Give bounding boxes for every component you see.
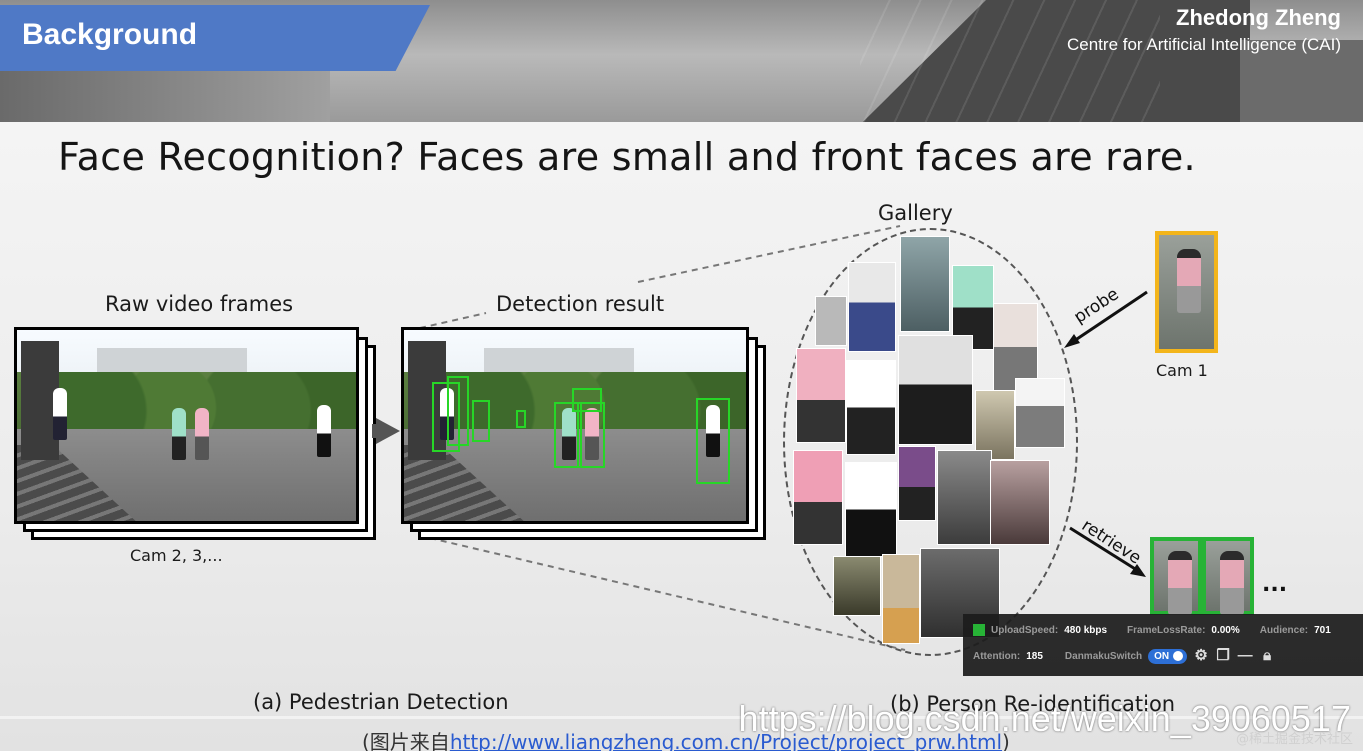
cams-label: Cam 2, 3,... — [130, 546, 223, 565]
gallery-thumbnail — [900, 236, 950, 332]
gallery-thumbnail — [1015, 378, 1065, 448]
detection-box — [447, 376, 469, 446]
gallery-thumbnail — [833, 556, 881, 616]
probe-image — [1155, 231, 1218, 353]
stats-row-top: UploadSpeed: 480 kbps FrameLossRate: 0.0… — [973, 624, 1331, 636]
gallery-thumbnail — [848, 262, 896, 352]
detection-box — [572, 388, 602, 412]
raw-video-frame — [14, 327, 359, 524]
settings-icon[interactable]: ⚙ — [1193, 648, 1209, 664]
detection-box — [472, 400, 490, 442]
upload-speed-value: 480 kbps — [1064, 624, 1108, 636]
pedestrian — [53, 388, 67, 440]
gallery-thumbnail — [937, 450, 992, 545]
source-prefix: (图片来自 — [362, 730, 450, 751]
gallery-thumbnail — [882, 554, 920, 644]
detection-result-label: Detection result — [496, 292, 665, 316]
attention-label: Attention: — [973, 650, 1021, 662]
pedestrian — [317, 405, 331, 457]
pedestrian — [172, 408, 186, 460]
upload-speed-label: UploadSpeed: — [991, 624, 1059, 636]
audience-label: Audience: — [1259, 624, 1309, 636]
detection-frame — [401, 327, 749, 524]
danmaku-label: DanmakuSwitch — [1064, 650, 1143, 662]
header-building-texture — [860, 0, 1160, 122]
gallery-thumbnail — [845, 462, 897, 557]
chat-icon[interactable]: ❐ — [1215, 648, 1231, 664]
more-results-ellipsis: ... — [1262, 572, 1288, 597]
retrieved-match — [1202, 537, 1254, 615]
pedestrian — [195, 408, 209, 460]
toggle-knob — [1173, 651, 1184, 661]
stats-row-bottom: Attention: 185 DanmakuSwitch ON ⚙ ❐ — 🔒︎ — [973, 648, 1275, 664]
gallery-thumbnail — [846, 360, 896, 455]
gallery-thumbnail — [898, 335, 973, 445]
gallery-thumbnail — [793, 450, 843, 545]
gallery-thumbnail — [990, 460, 1050, 545]
frame-loss-value: 0.00% — [1211, 624, 1240, 636]
right-arrow-icon — [376, 418, 400, 444]
retrieved-match — [1150, 537, 1202, 615]
frame-loss-label: FrameLossRate: — [1127, 624, 1206, 636]
author-name: Zhedong Zheng — [1176, 5, 1341, 30]
section-title: Background — [22, 18, 198, 51]
caption-pedestrian-detection: (a) Pedestrian Detection — [253, 690, 509, 714]
minimize-icon[interactable]: — — [1237, 648, 1253, 664]
attention-value: 185 — [1026, 650, 1043, 662]
gallery-thumbnail — [815, 296, 847, 346]
audience-value: 701 — [1314, 624, 1331, 636]
gallery-thumbnail — [898, 446, 936, 521]
slide-headline: Face Recognition? Faces are small and fr… — [58, 135, 1196, 179]
watermark-sub: @稀土掘金技术社区 — [1235, 732, 1353, 747]
slide-header: Background Zhedong Zheng Centre for Arti… — [0, 0, 1363, 122]
detection-box — [696, 398, 730, 484]
author-affiliation: Centre for Artificial Intelligence (CAI) — [1067, 35, 1341, 54]
gallery-label: Gallery — [878, 201, 953, 225]
lock-icon[interactable]: 🔒︎ — [1259, 648, 1275, 664]
danmaku-toggle[interactable]: ON — [1148, 648, 1188, 664]
status-square-icon — [973, 624, 985, 636]
raw-frames-label: Raw video frames — [105, 292, 294, 316]
detection-box — [516, 410, 526, 428]
stream-stats-panel: UploadSpeed: 480 kbps FrameLossRate: 0.0… — [963, 614, 1363, 676]
gallery-thumbnail — [796, 348, 846, 443]
danmaku-state: ON — [1154, 650, 1170, 662]
cam1-label: Cam 1 — [1156, 361, 1208, 380]
